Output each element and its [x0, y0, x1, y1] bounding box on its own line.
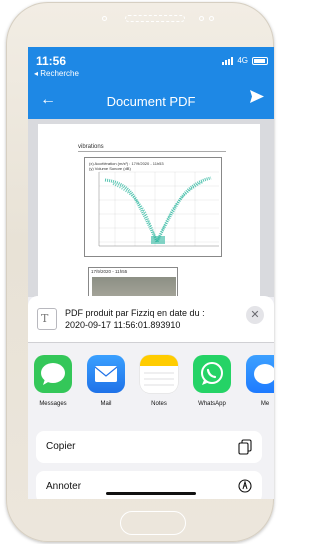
- network-label: 4G: [237, 56, 248, 65]
- battery-icon: [252, 56, 268, 65]
- document-preview[interactable]: vibrations (x) Accélération (m/s²) : 17/…: [28, 119, 274, 317]
- signal-icon: [222, 56, 234, 65]
- share-app-label: Messages: [39, 401, 67, 407]
- chart-plot: [98, 171, 219, 247]
- send-icon[interactable]: [250, 90, 264, 108]
- sensor-dot: [199, 16, 204, 21]
- share-app-label: Mail: [100, 401, 112, 407]
- messages-icon: [34, 355, 72, 393]
- photo-caption: 17/9/2020 - 11h55: [91, 269, 128, 274]
- chart-thumbnail: (x) Accélération (m/s²) : 17/9/2020 - 11…: [84, 157, 222, 257]
- copy-icon: [238, 439, 252, 460]
- whatsapp-icon: [193, 355, 231, 393]
- copy-action[interactable]: Copier: [36, 431, 262, 463]
- mail-icon: [87, 355, 125, 393]
- document-heading: vibrations: [78, 144, 104, 150]
- app-header: 11:56 ◂ Recherche 4G ← Document PDF: [28, 47, 274, 119]
- notes-icon: [140, 355, 178, 393]
- share-app-mail[interactable]: Mail: [82, 355, 130, 407]
- pdf-page: vibrations (x) Accélération (m/s²) : 17/…: [38, 124, 260, 317]
- back-to-app-link[interactable]: ◂ Recherche: [34, 69, 79, 78]
- phone-screen: 11:56 ◂ Recherche 4G ← Document PDF vibr…: [28, 47, 274, 499]
- share-app-label: Me: [260, 401, 270, 407]
- markup-label: Annoter: [46, 481, 82, 492]
- share-sheet-header: T PDF produit par Fizziq en date du : 20…: [28, 296, 274, 343]
- document-icon: T: [37, 308, 57, 330]
- share-app-whatsapp[interactable]: WhatsApp: [188, 355, 236, 407]
- share-apps-row: Messages Mail Notes WhatsApp Me: [28, 343, 274, 423]
- speaker-grille: [125, 15, 185, 22]
- share-app-label: WhatsApp: [198, 401, 226, 407]
- home-indicator[interactable]: [106, 492, 196, 495]
- close-button[interactable]: ✕: [246, 306, 264, 324]
- share-sheet: T PDF produit par Fizziq en date du : 20…: [28, 296, 274, 499]
- sensor-dot-2: [209, 16, 214, 21]
- status-indicators: 4G: [222, 56, 268, 65]
- page-title: Document PDF: [106, 94, 196, 109]
- share-title: PDF produit par Fizziq en date du : 2020…: [65, 308, 205, 330]
- share-app-label: Notes: [151, 401, 167, 407]
- share-app-notes[interactable]: Notes: [135, 355, 183, 407]
- home-button[interactable]: [120, 511, 186, 535]
- copy-label: Copier: [46, 441, 76, 452]
- messenger-icon: [246, 355, 274, 393]
- divider: [78, 151, 226, 152]
- share-app-messages[interactable]: Messages: [29, 355, 77, 407]
- camera-dot: [102, 16, 107, 21]
- markup-icon: [238, 479, 252, 498]
- share-app-messenger[interactable]: Me: [241, 355, 274, 407]
- status-time: 11:56: [36, 54, 67, 68]
